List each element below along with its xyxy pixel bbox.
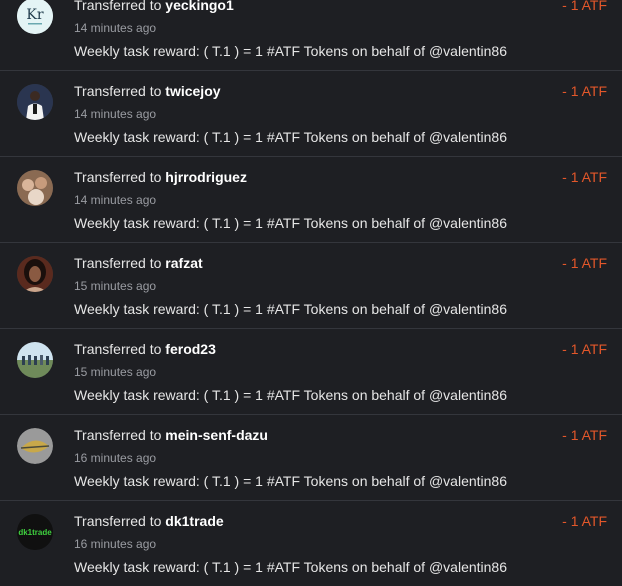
transfer-amount: - 1 ATF xyxy=(562,255,607,271)
transfer-title: Transferred to ferod23 xyxy=(74,341,216,357)
leaf-emblem-avatar[interactable] xyxy=(17,428,53,464)
avatar-logo-text: dk1trade xyxy=(18,528,52,537)
transfer-memo: Weekly task reward: ( T.1 ) = 1 #ATF Tok… xyxy=(74,473,508,489)
timestamp: 15 minutes ago xyxy=(74,365,157,379)
transfer-row: Transferred to rafzat 15 minutes ago Wee… xyxy=(0,243,622,329)
transfer-memo: Weekly task reward: ( T.1 ) = 1 #ATF Tok… xyxy=(74,215,508,231)
dk1trade-logo-avatar[interactable]: dk1trade xyxy=(17,514,53,550)
recipient-link[interactable]: ferod23 xyxy=(165,341,216,357)
transfer-row: dk1trade Transferred to dk1trade 16 minu… xyxy=(0,501,622,586)
timestamp: 14 minutes ago xyxy=(74,193,157,207)
transfer-memo: Weekly task reward: ( T.1 ) = 1 #ATF Tok… xyxy=(74,43,508,59)
transfer-title: Transferred to twicejoy xyxy=(74,83,221,99)
transfer-memo: Weekly task reward: ( T.1 ) = 1 #ATF Tok… xyxy=(74,559,508,575)
timestamp: 15 minutes ago xyxy=(74,279,157,293)
transfer-memo: Weekly task reward: ( T.1 ) = 1 #ATF Tok… xyxy=(74,301,508,317)
transfer-title: Transferred to hjrrodriguez xyxy=(74,169,247,185)
transfer-memo: Weekly task reward: ( T.1 ) = 1 #ATF Tok… xyxy=(74,387,508,403)
transfer-title: Transferred to rafzat xyxy=(74,255,203,271)
transfer-amount: - 1 ATF xyxy=(562,513,607,529)
transfer-memo: Weekly task reward: ( T.1 ) = 1 #ATF Tok… xyxy=(74,129,508,145)
transfer-row: Transferred to mein-senf-dazu 16 minutes… xyxy=(0,415,622,501)
outdoor-group-photo-avatar[interactable] xyxy=(17,342,53,378)
transfer-row: Transferred to ferod23 15 minutes ago We… xyxy=(0,329,622,415)
portrait-photo-avatar[interactable] xyxy=(17,256,53,292)
transfer-prefix: Transferred to xyxy=(74,0,162,13)
transfer-row: Transferred to hjrrodriguez 14 minutes a… xyxy=(0,157,622,243)
recipient-link[interactable]: mein-senf-dazu xyxy=(165,427,268,443)
transfer-row: Transferred to twicejoy 14 minutes ago W… xyxy=(0,71,622,157)
transfer-amount: - 1 ATF xyxy=(562,0,607,13)
transfer-prefix: Transferred to xyxy=(74,83,162,99)
transfer-amount: - 1 ATF xyxy=(562,341,607,357)
transfer-amount: - 1 ATF xyxy=(562,83,607,99)
transfer-title: Transferred to dk1trade xyxy=(74,513,224,529)
recipient-link[interactable]: rafzat xyxy=(165,255,202,271)
timestamp: 16 minutes ago xyxy=(74,537,157,551)
transfer-prefix: Transferred to xyxy=(74,513,162,529)
transfer-title: Transferred to mein-senf-dazu xyxy=(74,427,268,443)
transfer-history-list: Kr Transferred to yeckingo1 14 minutes a… xyxy=(0,0,622,586)
timestamp: 14 minutes ago xyxy=(74,107,157,121)
person-photo-avatar[interactable] xyxy=(17,84,53,120)
avatar-logo-text: Kr xyxy=(26,7,43,23)
recipient-link[interactable]: hjrrodriguez xyxy=(165,169,247,185)
timestamp: 16 minutes ago xyxy=(74,451,157,465)
recipient-link[interactable]: dk1trade xyxy=(165,513,223,529)
recipient-link[interactable]: twicejoy xyxy=(165,83,220,99)
timestamp: 14 minutes ago xyxy=(74,21,157,35)
transfer-prefix: Transferred to xyxy=(74,427,162,443)
kr-logo-avatar[interactable]: Kr xyxy=(17,0,53,34)
transfer-amount: - 1 ATF xyxy=(562,169,607,185)
transfer-amount: - 1 ATF xyxy=(562,427,607,443)
transfer-prefix: Transferred to xyxy=(74,169,162,185)
transfer-title: Transferred to yeckingo1 xyxy=(74,0,234,13)
transfer-row: Kr Transferred to yeckingo1 14 minutes a… xyxy=(0,0,622,71)
transfer-prefix: Transferred to xyxy=(74,341,162,357)
recipient-link[interactable]: yeckingo1 xyxy=(165,0,233,13)
transfer-prefix: Transferred to xyxy=(74,255,162,271)
group-photo-avatar[interactable] xyxy=(17,170,53,206)
